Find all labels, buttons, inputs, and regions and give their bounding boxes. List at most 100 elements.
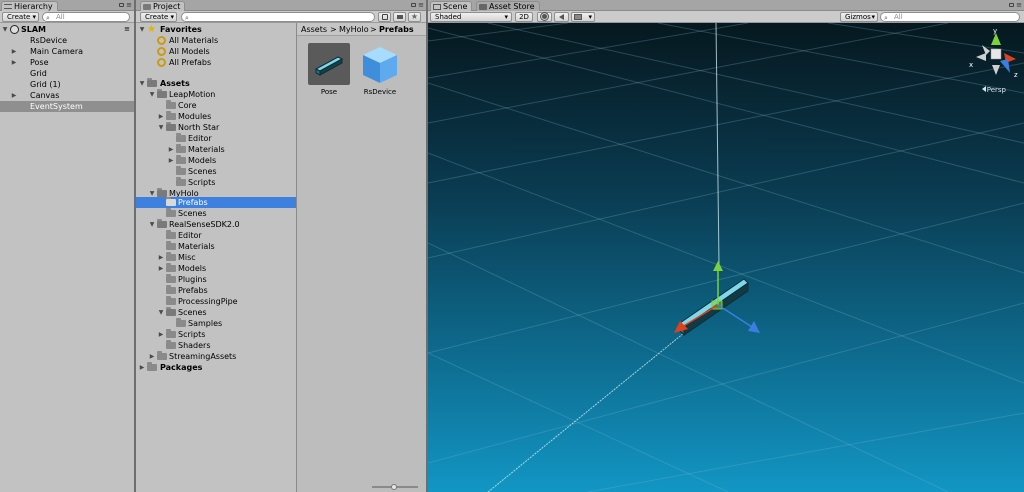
collapsed-arrow-icon[interactable]: ▶ <box>10 90 18 101</box>
folder-prefabs-selected[interactable]: Prefabs <box>136 197 296 208</box>
collapsed-arrow-icon[interactable]: ▶ <box>148 351 156 362</box>
collapsed-arrow-icon[interactable]: ▶ <box>157 111 165 122</box>
lock-icon[interactable] <box>411 3 417 7</box>
folder-north-star[interactable]: ▼ North Star <box>136 122 296 133</box>
project-create-button[interactable]: Create ▾ <box>140 12 177 22</box>
favorite-item[interactable]: All Materials <box>136 35 296 46</box>
hierarchy-item[interactable]: ▶ Pose <box>0 57 134 68</box>
scene-menu-icon[interactable]: ≡ <box>124 24 130 35</box>
menu-icon[interactable]: ≡ <box>1016 1 1022 9</box>
slider-thumb[interactable] <box>391 484 397 490</box>
lighting-toggle[interactable] <box>537 12 552 22</box>
search-by-label-button[interactable] <box>393 12 406 22</box>
lock-icon[interactable] <box>119 3 125 7</box>
z-axis-arrow-icon[interactable] <box>748 321 760 333</box>
breadcrumb-item-myholo[interactable]: MyHolo <box>339 23 369 36</box>
collapsed-arrow-icon[interactable]: ▶ <box>10 57 18 68</box>
pose-prefab-icon <box>314 56 344 76</box>
expand-arrow-icon[interactable]: ▼ <box>138 24 146 35</box>
search-by-type-button[interactable] <box>378 12 391 22</box>
hierarchy-item[interactable]: ▶ Canvas <box>0 90 134 101</box>
shading-mode-dropdown[interactable]: Shaded ▾ <box>430 12 512 22</box>
scene-viewport[interactable]: y x z Persp <box>428 23 1024 492</box>
folder-icon <box>176 155 186 164</box>
gizmo-center-cube[interactable] <box>990 48 1002 60</box>
expand-arrow-icon[interactable]: ▼ <box>148 89 156 100</box>
collapsed-arrow-icon[interactable]: ▶ <box>157 263 165 274</box>
expand-arrow-icon[interactable]: ▼ <box>148 219 156 230</box>
favorites-header[interactable]: ▼ ★ Favorites <box>136 24 296 35</box>
breadcrumb-item-prefabs[interactable]: Prefabs <box>379 23 414 36</box>
audio-toggle[interactable] <box>554 12 569 22</box>
folder-realsensesdk[interactable]: ▼ RealSenseSDK2.0 <box>136 219 296 230</box>
tab-project[interactable]: Project <box>140 1 186 11</box>
expand-arrow-icon[interactable]: ▼ <box>157 122 165 133</box>
hierarchy-item[interactable]: ▶ Main Camera <box>0 46 134 57</box>
folder-packages[interactable]: ▶ Packages <box>136 362 296 373</box>
thumbnail-size-slider[interactable] <box>372 484 418 490</box>
folder-scenes[interactable]: Scenes <box>136 166 296 177</box>
folder-processingpipe[interactable]: ProcessingPipe <box>136 296 296 307</box>
favorite-item[interactable]: All Prefabs <box>136 57 296 68</box>
collapsed-arrow-icon[interactable]: ▶ <box>157 329 165 340</box>
pose-object-gizmo[interactable] <box>668 255 788 365</box>
folder-core[interactable]: Core <box>136 100 296 111</box>
folder-modules[interactable]: ▶ Modules <box>136 111 296 122</box>
scene-root-slam[interactable]: ▼ SLAM ≡ <box>0 24 134 35</box>
asset-tile[interactable]: Pose <box>308 43 350 99</box>
expand-arrow-icon[interactable]: ▼ <box>138 78 146 89</box>
folder-prefabs[interactable]: Prefabs <box>136 285 296 296</box>
folder-scripts[interactable]: Scripts <box>136 177 296 188</box>
gizmo-neg-x-cone[interactable] <box>976 53 986 61</box>
expand-arrow-icon[interactable]: ▼ <box>1 24 9 35</box>
folder-shaders[interactable]: Shaders <box>136 340 296 351</box>
tab-scene[interactable]: Scene <box>430 1 473 11</box>
folder-streamingassets[interactable]: ▶ StreamingAssets <box>136 351 296 362</box>
folder-misc[interactable]: ▶ Misc <box>136 252 296 263</box>
folder-editor[interactable]: Editor <box>136 133 296 144</box>
tab-asset-store[interactable]: Asset Store <box>476 1 540 11</box>
y-axis-arrow-icon[interactable] <box>713 261 723 271</box>
folder-models[interactable]: ▶ Models <box>136 155 296 166</box>
scene-search-input[interactable]: ⌕ All <box>880 12 1020 22</box>
folder-samples[interactable]: Samples <box>136 318 296 329</box>
folder-materials[interactable]: Materials <box>136 241 296 252</box>
breadcrumb-item-assets[interactable]: Assets <box>301 23 327 36</box>
folder-models[interactable]: ▶ Models <box>136 263 296 274</box>
projection-mode-label[interactable]: Persp <box>981 86 1006 94</box>
folder-plugins[interactable]: Plugins <box>136 274 296 285</box>
orientation-gizmo[interactable]: y x z <box>968 27 1024 83</box>
tab-hierarchy[interactable]: Hierarchy <box>1 1 58 11</box>
hierarchy-search-input[interactable]: ⌕ All <box>42 12 130 22</box>
collapsed-arrow-icon[interactable]: ▶ <box>167 144 175 155</box>
hierarchy-create-button[interactable]: Create ▾ <box>2 12 39 22</box>
effects-dropdown[interactable]: ▾ <box>571 12 595 22</box>
project-search-input[interactable]: ⌕ <box>181 12 375 22</box>
lock-icon[interactable] <box>1009 3 1015 7</box>
gizmo-neg-z-cone[interactable] <box>982 45 990 55</box>
mode-2d-toggle[interactable]: 2D <box>515 12 533 22</box>
hierarchy-item-selected[interactable]: EventSystem <box>0 101 134 112</box>
folder-leapmotion[interactable]: ▼ LeapMotion <box>136 89 296 100</box>
collapsed-arrow-icon[interactable]: ▶ <box>138 362 146 373</box>
asset-tile[interactable]: RsDevice <box>359 43 401 99</box>
gizmo-neg-y-cone[interactable] <box>992 65 1000 75</box>
hierarchy-item[interactable]: RsDevice <box>0 35 134 46</box>
expand-arrow-icon[interactable]: ▼ <box>157 307 165 318</box>
collapsed-arrow-icon[interactable]: ▶ <box>10 46 18 57</box>
folder-editor[interactable]: Editor <box>136 230 296 241</box>
menu-icon[interactable]: ≡ <box>418 1 424 9</box>
folder-scenes[interactable]: Scenes <box>136 208 296 219</box>
folder-assets[interactable]: ▼ Assets <box>136 78 296 89</box>
collapsed-arrow-icon[interactable]: ▶ <box>167 155 175 166</box>
hierarchy-item[interactable]: Grid (1) <box>0 79 134 90</box>
menu-icon[interactable]: ≡ <box>126 1 132 9</box>
favorite-item[interactable]: All Models <box>136 46 296 57</box>
collapsed-arrow-icon[interactable]: ▶ <box>157 252 165 263</box>
folder-scripts[interactable]: ▶ Scripts <box>136 329 296 340</box>
folder-scenes[interactable]: ▼ Scenes <box>136 307 296 318</box>
favorite-search-button[interactable]: ★ <box>408 12 421 22</box>
gizmos-dropdown[interactable]: Gizmos ▾ <box>840 12 878 22</box>
folder-materials[interactable]: ▶ Materials <box>136 144 296 155</box>
hierarchy-item[interactable]: Grid <box>0 68 134 79</box>
